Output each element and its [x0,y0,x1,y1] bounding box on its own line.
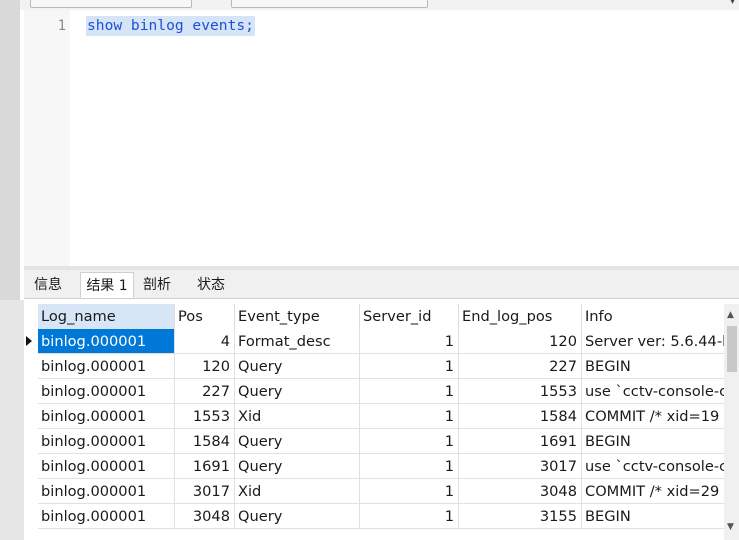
cell-event-type[interactable]: Query [235,504,360,529]
table-row[interactable]: binlog.000001 4 Format_desc 1 120 Server… [24,329,724,354]
toolbar-strip: ▾ [20,0,739,10]
tab-result-1[interactable]: 结果 1 [80,272,134,298]
line-number: 1 [57,18,66,34]
cell-event-type[interactable]: Query [235,354,360,379]
sql-statement[interactable]: show binlog events; [86,16,255,36]
cell-info[interactable]: use `cctv-console-c [582,454,724,479]
cell-log-name[interactable]: binlog.000001 [38,454,175,479]
cell-event-type[interactable]: Query [235,454,360,479]
chevron-down-icon[interactable]: ▾ [730,0,735,7]
result-grid: Log_name Pos Event_type Server_id End_lo… [24,304,739,540]
table-row[interactable]: binlog.000001 227 Query 1 1553 use `cctv… [24,379,724,404]
scroll-down-icon[interactable]: ▼ [727,522,734,532]
cell-server-id[interactable]: 1 [360,504,459,529]
database-select[interactable] [231,0,428,8]
cell-pos[interactable]: 1584 [175,429,235,454]
table-header: Log_name Pos Event_type Server_id End_lo… [24,304,724,329]
cell-log-name[interactable]: binlog.000001 [38,379,175,404]
code-area[interactable]: show binlog events; [70,10,739,266]
cell-end-log-pos[interactable]: 227 [459,354,582,379]
cell-server-id[interactable]: 1 [360,404,459,429]
cell-end-log-pos[interactable]: 3048 [459,479,582,504]
table-row[interactable]: binlog.000001 1584 Query 1 1691 BEGIN [24,429,724,454]
tab-profile[interactable]: 剖析 [136,272,178,298]
cell-server-id[interactable]: 1 [360,454,459,479]
table-row[interactable]: binlog.000001 120 Query 1 227 BEGIN [24,354,724,379]
cell-info[interactable]: COMMIT /* xid=29 [582,479,724,504]
cell-event-type[interactable]: Xid [235,404,360,429]
cell-event-type[interactable]: Query [235,429,360,454]
connection-select[interactable] [30,0,192,8]
sql-editor[interactable]: 1 show binlog events; [24,10,739,266]
cell-end-log-pos[interactable]: 3017 [459,454,582,479]
cell-info[interactable]: BEGIN [582,504,724,529]
column-header-end-log-pos[interactable]: End_log_pos [459,304,582,329]
cell-pos[interactable]: 227 [175,379,235,404]
cell-end-log-pos[interactable]: 3155 [459,504,582,529]
table-row[interactable]: binlog.000001 1553 Xid 1 1584 COMMIT /* … [24,404,724,429]
cell-server-id[interactable]: 1 [360,479,459,504]
cell-log-name[interactable]: binlog.000001 [38,504,175,529]
cell-log-name[interactable]: binlog.000001 [38,404,175,429]
scroll-up-icon[interactable]: ▲ [727,310,734,320]
cell-info[interactable]: BEGIN [582,354,724,379]
cell-pos[interactable]: 3017 [175,479,235,504]
cell-pos[interactable]: 3048 [175,504,235,529]
left-panel-edge-lower [0,300,24,540]
cell-log-name[interactable]: binlog.000001 [38,429,175,454]
cell-end-log-pos[interactable]: 1584 [459,404,582,429]
cell-end-log-pos[interactable]: 120 [459,329,582,354]
scrollbar-thumb[interactable] [727,326,737,372]
cell-info[interactable]: use `cctv-console-c [582,379,724,404]
result-tabs: 信息 结果 1 剖析 状态 [24,270,739,299]
column-header-server-id[interactable]: Server_id [360,304,459,329]
cell-event-type[interactable]: Query [235,379,360,404]
cell-pos[interactable]: 4 [175,329,235,354]
cell-pos[interactable]: 1553 [175,404,235,429]
line-number-gutter: 1 [24,10,70,266]
cell-info[interactable]: BEGIN [582,429,724,454]
cell-server-id[interactable]: 1 [360,354,459,379]
table-row[interactable]: binlog.000001 3048 Query 1 3155 BEGIN [24,504,724,529]
vertical-scrollbar[interactable]: ▲ ▼ [724,304,739,540]
table-row[interactable]: binlog.000001 1691 Query 1 3017 use `cct… [24,454,724,479]
cell-info[interactable]: Server ver: 5.6.44-l [582,329,724,354]
column-header-log-name[interactable]: Log_name [38,304,175,329]
cell-server-id[interactable]: 1 [360,329,459,354]
cell-end-log-pos[interactable]: 1553 [459,379,582,404]
left-panel-edge [0,0,20,300]
column-header-info[interactable]: Info [582,304,724,329]
current-row-indicator-icon [26,336,32,346]
cell-end-log-pos[interactable]: 1691 [459,429,582,454]
cell-server-id[interactable]: 1 [360,379,459,404]
cell-log-name[interactable]: binlog.000001 [38,329,175,354]
cell-event-type[interactable]: Format_desc [235,329,360,354]
column-header-pos[interactable]: Pos [175,304,235,329]
cell-server-id[interactable]: 1 [360,429,459,454]
cell-info[interactable]: COMMIT /* xid=19 [582,404,724,429]
column-header-event-type[interactable]: Event_type [235,304,360,329]
tab-info[interactable]: 信息 [26,272,70,298]
cell-pos[interactable]: 1691 [175,454,235,479]
cell-log-name[interactable]: binlog.000001 [38,479,175,504]
table-row[interactable]: binlog.000001 3017 Xid 1 3048 COMMIT /* … [24,479,724,504]
cell-pos[interactable]: 120 [175,354,235,379]
tab-status[interactable]: 状态 [188,272,234,298]
cell-event-type[interactable]: Xid [235,479,360,504]
cell-log-name[interactable]: binlog.000001 [38,354,175,379]
